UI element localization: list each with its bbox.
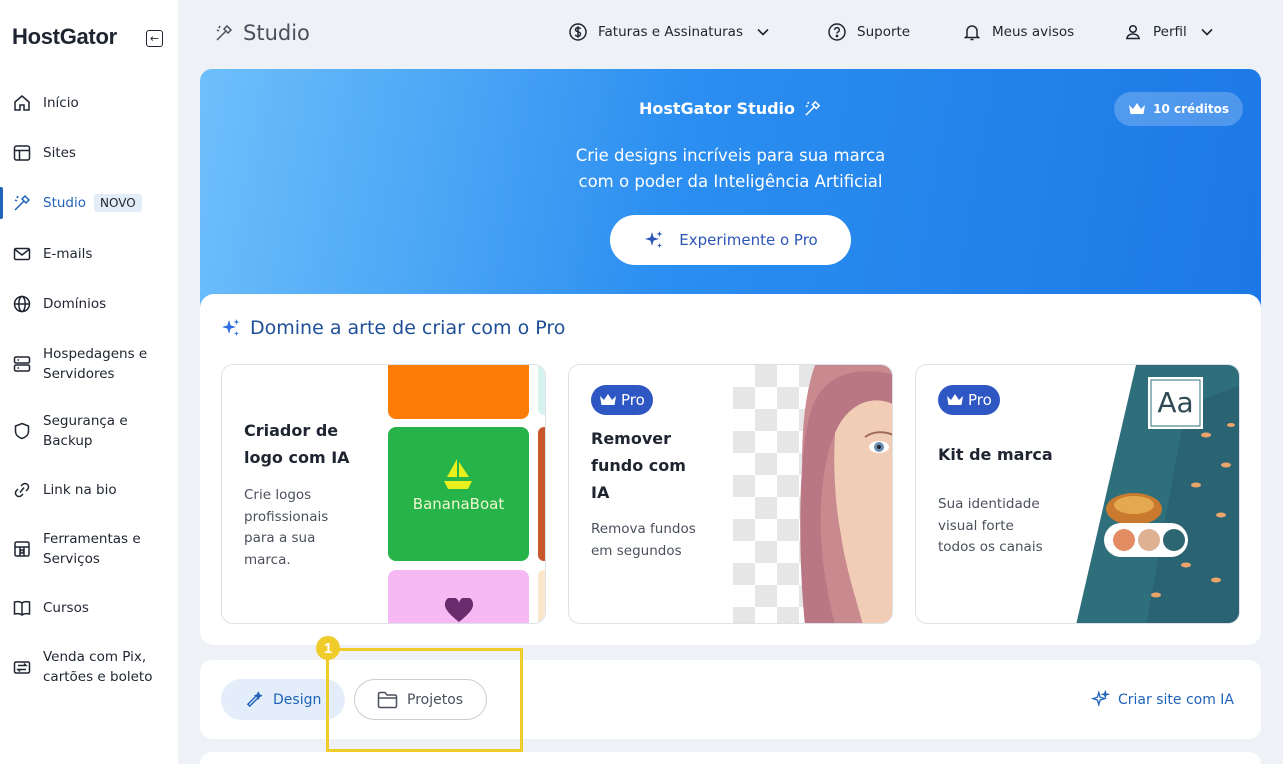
- hero-title: HostGator Studio: [200, 99, 1261, 118]
- user-icon: [1123, 22, 1143, 42]
- tools-icon: [12, 539, 32, 559]
- logo-sample-orange: [388, 365, 529, 419]
- book-icon: [12, 598, 32, 618]
- wand-icon: [12, 193, 32, 213]
- sparkles-icon: [1091, 690, 1110, 709]
- billing-menu[interactable]: Faturas e Assinaturas: [568, 22, 769, 42]
- try-pro-label: Experimente o Pro: [679, 231, 818, 249]
- banana-boat-icon: [444, 459, 472, 489]
- notices-link[interactable]: Meus avisos: [962, 22, 1074, 42]
- sidebar-item-label: E-mails: [43, 246, 93, 262]
- sidebar-item-inicio[interactable]: Início: [0, 93, 178, 113]
- hero-banner: HostGator Studio Crie designs incríveis …: [200, 69, 1261, 329]
- sidebar-item-cursos[interactable]: Cursos: [0, 598, 178, 618]
- logo-creator-card[interactable]: Criador de logo com IA Crie logos profissi…: [221, 364, 546, 624]
- logo-sample-pink: [388, 570, 529, 623]
- card-title: Criador de logo com IA: [244, 421, 350, 467]
- sidebar-item-link-na-bio[interactable]: Link na bio: [0, 480, 178, 500]
- pro-section: Domine a arte de criar com o Pro Criador…: [200, 294, 1261, 645]
- layout-icon: [12, 143, 32, 163]
- sidebar-item-label: Domínios: [43, 296, 107, 312]
- sidebar-item-label: Ferramentas e Serviços: [43, 531, 141, 567]
- crown-icon: [599, 393, 617, 407]
- brand-kit-card[interactable]: Pro Kit de marca Sua identidade visual fo…: [915, 364, 1240, 624]
- sidebar-item-ferramentas[interactable]: Ferramentas e Serviços: [0, 529, 178, 569]
- notices-label: Meus avisos: [992, 24, 1075, 40]
- font-sample: Aa: [1157, 386, 1194, 419]
- sidebar: HostGator ← Início Sites Studio NOVO E-m…: [0, 0, 178, 764]
- heart-icon: [444, 598, 474, 622]
- try-pro-button[interactable]: Experimente o Pro: [610, 215, 851, 265]
- sparkles-icon: [643, 229, 665, 251]
- home-icon: [12, 93, 32, 113]
- support-label: Suporte: [857, 24, 911, 40]
- mail-icon: [12, 244, 32, 264]
- logo-sample-teal: [538, 365, 545, 415]
- new-badge: NOVO: [94, 194, 142, 212]
- highlight-box: [326, 648, 523, 752]
- sidebar-item-venda-pix[interactable]: Venda com Pix, cartões e boleto: [0, 647, 178, 687]
- profile-label: Perfil: [1153, 24, 1187, 40]
- sidebar-item-label: Início: [43, 95, 79, 111]
- help-icon: [827, 22, 847, 42]
- sidebar-item-seguranca[interactable]: Segurança e Backup: [0, 411, 178, 451]
- collapse-sidebar-icon[interactable]: ←: [146, 30, 163, 47]
- sidebar-item-label: Link na bio: [43, 482, 117, 498]
- page-title-text: Studio: [243, 21, 310, 45]
- chevron-down-icon: [757, 28, 769, 36]
- sparkles-icon: [220, 317, 242, 339]
- chevron-down-icon: [1201, 28, 1213, 36]
- card-description: Remova fundos em segundos: [591, 521, 696, 559]
- sidebar-item-hospedagens[interactable]: Hospedagens e Servidores: [0, 344, 178, 384]
- portrait-image: [800, 365, 892, 623]
- sidebar-item-dominios[interactable]: Domínios: [0, 294, 178, 314]
- logo-sample-green: BananaBoat: [388, 427, 529, 561]
- sidebar-item-sites[interactable]: Sites: [0, 143, 178, 163]
- globe-icon: [12, 294, 32, 314]
- shield-icon: [12, 421, 32, 441]
- pro-section-heading: Domine a arte de criar com o Pro: [220, 317, 565, 339]
- create-site-ai-link[interactable]: Criar site com IA: [1091, 690, 1234, 709]
- server-icon: [12, 354, 32, 374]
- content-panel: [200, 752, 1261, 764]
- dollar-icon: [568, 22, 588, 42]
- bell-icon: [962, 22, 982, 42]
- payment-icon: [12, 657, 32, 677]
- crown-icon: [946, 393, 964, 407]
- banana-boat-wordmark: BananaBoat: [412, 495, 505, 513]
- pro-badge: Pro: [591, 385, 653, 415]
- card-description: Crie logos profissionais para a sua marca.: [244, 487, 329, 568]
- wand-icon: [803, 99, 822, 118]
- magic-pen-icon: [245, 690, 264, 709]
- page-title: Studio: [214, 21, 310, 45]
- profile-menu[interactable]: Perfil: [1123, 22, 1213, 42]
- logo-sample-rust: [538, 427, 545, 561]
- sidebar-item-studio[interactable]: Studio NOVO: [0, 187, 178, 219]
- sidebar-item-label: Cursos: [43, 600, 89, 616]
- sidebar-item-label: Segurança e Backup: [43, 413, 128, 449]
- card-title: Kit de marca: [938, 445, 1053, 464]
- remove-background-card[interactable]: Pro Remover fundo com IA Remova fundos em s…: [568, 364, 893, 624]
- pro-badge: Pro: [938, 385, 1000, 415]
- hostgator-logo[interactable]: HostGator: [12, 24, 117, 50]
- hero-title-text: HostGator Studio: [638, 99, 796, 118]
- sidebar-item-label: Sites: [43, 145, 76, 161]
- step-number-badge: 1: [316, 636, 340, 660]
- card-description: Sua identidade visual forte todos os canai…: [938, 496, 1043, 555]
- sidebar-item-label: Venda com Pix, cartões e boleto: [43, 649, 153, 685]
- sidebar-item-label: Studio: [43, 195, 86, 211]
- support-link[interactable]: Suporte: [827, 22, 910, 42]
- credits-label: 10 créditos: [1153, 102, 1229, 116]
- hero-subtitle: Crie designs incríveis para sua marca co…: [575, 146, 886, 191]
- billing-label: Faturas e Assinaturas: [598, 24, 743, 40]
- credits-badge[interactable]: 10 créditos: [1114, 92, 1243, 126]
- sidebar-item-label: Hospedagens e Servidores: [43, 346, 148, 382]
- logo-sample-cream: [538, 570, 545, 623]
- crown-icon: [1128, 102, 1146, 116]
- sidebar-item-emails[interactable]: E-mails: [0, 244, 178, 264]
- wand-icon: [214, 23, 234, 43]
- card-title: Remover fundo com IA: [591, 429, 686, 502]
- link-icon: [12, 480, 32, 500]
